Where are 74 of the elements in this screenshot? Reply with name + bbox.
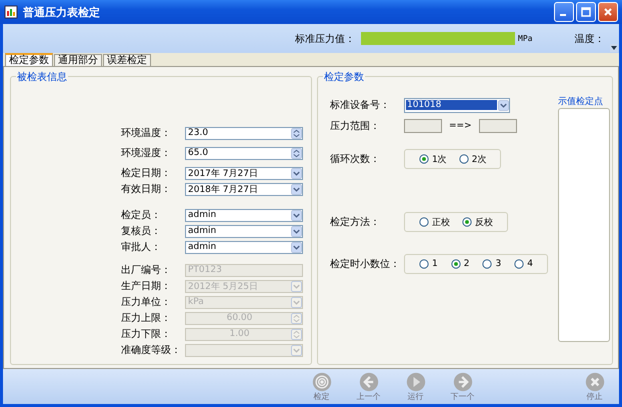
radio-circle-icon (458, 154, 469, 164)
dropdown-icon[interactable] (291, 210, 302, 220)
stop-icon (584, 372, 604, 392)
maximize-button[interactable] (576, 2, 596, 22)
minimize-button[interactable] (554, 2, 574, 22)
radio-button[interactable]: 2次 (458, 152, 486, 166)
field-label: 生产日期： (120, 280, 172, 293)
field-label: 准确度等级： (120, 344, 182, 357)
device-dropdown[interactable]: 101018 (404, 98, 510, 112)
dropdown-icon[interactable] (291, 242, 302, 252)
window-title: 普通压力表检定 (23, 4, 100, 20)
radio-button[interactable]: 1次 (419, 152, 447, 166)
field-label: 压力上限： (120, 312, 172, 325)
field-label: 压力下限： (120, 328, 172, 341)
spinner-icon[interactable] (291, 148, 302, 158)
input-field[interactable]: 2018年 7月27日 (185, 182, 303, 196)
field-label: 检定日期： (120, 166, 172, 180)
target-icon (312, 372, 332, 392)
dropdown-icon[interactable] (498, 100, 509, 110)
pressure-label: 标准压力值： (295, 32, 355, 46)
field-label: 复核员： (120, 224, 162, 238)
field-label: 出厂编号： (120, 264, 172, 277)
input-field[interactable]: admin (185, 240, 303, 254)
field-label: 检定方法： (330, 216, 381, 229)
input-field[interactable]: 23.0 (185, 126, 303, 140)
radio-button[interactable]: 正校 (419, 216, 450, 228)
input-field[interactable]: admin (185, 208, 303, 222)
play-icon (406, 372, 426, 392)
input-field[interactable] (404, 119, 442, 133)
field-label: 压力单位： (120, 296, 172, 309)
maximize-icon (581, 7, 591, 17)
field-label: 环境湿度： (120, 146, 172, 160)
field-label: 有效日期： (120, 182, 172, 196)
radio-button[interactable]: 3 (482, 259, 502, 269)
field-label: 循环次数： (330, 153, 381, 166)
close-button[interactable] (598, 2, 618, 22)
radio-circle-icon (450, 259, 461, 269)
dropdown-icon[interactable] (291, 184, 302, 194)
tab[interactable]: 通用部分 (54, 54, 102, 66)
radio-circle-icon (419, 154, 429, 164)
tab[interactable]: 误差检定 (103, 54, 151, 66)
radio-circle-icon (482, 259, 492, 269)
group-title: 检定参数 (323, 70, 365, 84)
radio-circle-icon (419, 217, 429, 227)
radio-button[interactable]: 反校 (462, 216, 493, 228)
dropdown-icon[interactable] (291, 226, 302, 236)
tab[interactable]: 检定参数 (5, 53, 53, 66)
radio-button[interactable]: 1 (419, 259, 438, 269)
input-field[interactable]: admin (185, 224, 303, 238)
input-field[interactable] (478, 119, 517, 133)
field-label: 压力范围： (330, 120, 381, 133)
field-label: 检定员： (120, 208, 162, 222)
radio-button[interactable]: 2 (450, 259, 470, 269)
field-label: 标准设备号： (330, 98, 391, 112)
range-arrow: ==> (449, 121, 472, 131)
temperature-label: 温度： (574, 32, 604, 46)
radio-button[interactable]: 4 (514, 259, 533, 269)
radio-circle-icon (514, 259, 524, 269)
minimize-icon (560, 14, 566, 16)
group-title: 示值检定点 (558, 96, 604, 108)
close-icon (603, 7, 613, 17)
radio-circle-icon (419, 259, 429, 269)
field-label: 环境温度： (120, 126, 172, 140)
input-field[interactable]: 2017年 7月27日 (185, 166, 303, 180)
input-field[interactable]: 65.0 (185, 146, 303, 160)
radio-circle-icon (462, 217, 472, 227)
group-title: 被检表信息 (16, 70, 68, 84)
spinner-icon[interactable] (291, 128, 302, 138)
app-icon (4, 5, 18, 19)
field-label: 检定时小数位： (330, 258, 401, 271)
field-label: 审批人： (120, 240, 162, 254)
scroll-down-icon[interactable] (610, 44, 618, 52)
dropdown-icon[interactable] (291, 168, 302, 178)
unit-label: MPa (518, 34, 532, 43)
